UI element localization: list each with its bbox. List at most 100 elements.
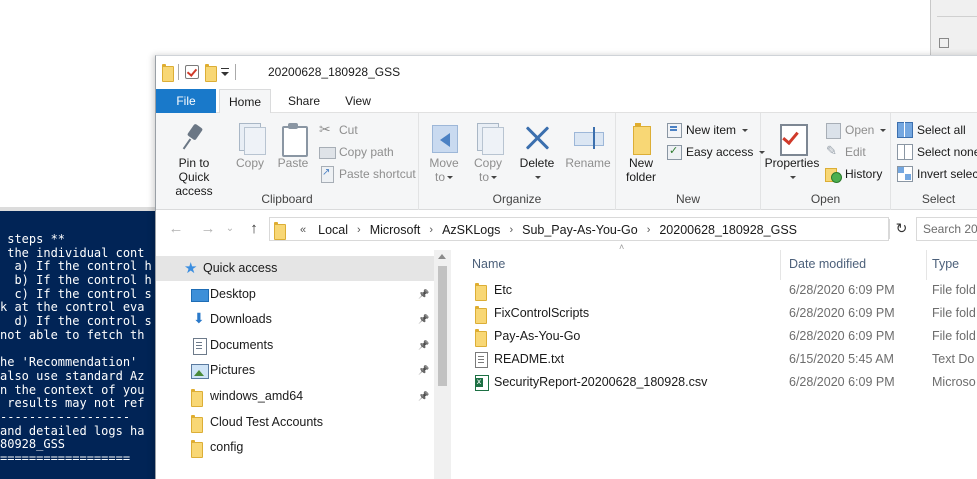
nav-item[interactable]: Pictures 📌 bbox=[156, 358, 434, 383]
nav-item[interactable]: Downloads 📌 bbox=[156, 307, 434, 332]
search-input[interactable]: Search 20 bbox=[916, 217, 977, 241]
nav-item-label: Downloads bbox=[210, 312, 272, 327]
nav-item-label: Quick access bbox=[203, 261, 278, 275]
pin-icon bbox=[180, 123, 208, 153]
folder-icon bbox=[475, 283, 487, 301]
edit-button[interactable]: Edit bbox=[825, 141, 866, 163]
nav-item[interactable]: config bbox=[156, 435, 434, 460]
chevron-down-icon bbox=[491, 176, 497, 180]
rename-button[interactable]: Rename bbox=[563, 123, 613, 170]
breadcrumb: « Local › Microsoft › AzSKLogs › Sub_Pay… bbox=[274, 222, 797, 240]
customize-toolbar-dropdown-icon[interactable] bbox=[221, 68, 229, 76]
cut-button[interactable]: Cut bbox=[319, 119, 358, 141]
copy-to-icon bbox=[474, 123, 504, 155]
column-divider[interactable] bbox=[926, 250, 927, 280]
file-row[interactable]: FixControlScripts 6/28/2020 6:09 PM File f… bbox=[454, 302, 977, 325]
invert-selection-button[interactable]: Invert select bbox=[897, 163, 977, 185]
nav-item[interactable]: windows_amd64 📌 bbox=[156, 384, 434, 409]
overflow-chevron-icon[interactable]: « bbox=[300, 224, 306, 236]
new-folder-icon[interactable] bbox=[205, 64, 217, 82]
back-arrow-icon[interactable]: ← bbox=[166, 219, 186, 239]
pin-icon[interactable]: 📌 bbox=[418, 340, 429, 351]
file-row[interactable]: Pay-As-You-Go 6/28/2020 6:09 PM File fold bbox=[454, 325, 977, 348]
forward-arrow-icon[interactable]: → bbox=[198, 219, 218, 239]
star-icon bbox=[184, 259, 200, 277]
open-label: Open bbox=[845, 123, 875, 137]
delete-label: Delete bbox=[519, 156, 555, 170]
copy-button[interactable]: Copy bbox=[230, 123, 270, 170]
nav-item[interactable]: Documents 📌 bbox=[156, 333, 434, 358]
paste-button[interactable]: Paste bbox=[273, 123, 313, 170]
tab-file[interactable]: File bbox=[156, 89, 216, 113]
breadcrumb-item[interactable]: Local bbox=[318, 223, 348, 237]
pin-icon[interactable]: 📌 bbox=[418, 391, 429, 402]
file-type: File fold bbox=[932, 329, 976, 343]
tab-share[interactable]: Share bbox=[284, 89, 324, 113]
console-output: steps ** the individual cont a) If the c… bbox=[0, 232, 155, 466]
open-group: Properties Open Edit History Open bbox=[761, 113, 891, 210]
nav-item[interactable]: Cloud Test Accounts bbox=[156, 410, 434, 435]
breadcrumb-chevron-icon[interactable]: › bbox=[429, 224, 433, 236]
pin-to-quick-access-button[interactable]: Pin to Quick access bbox=[162, 123, 226, 198]
breadcrumb-item[interactable]: 20200628_180928_GSS bbox=[659, 223, 797, 237]
properties-icon bbox=[778, 123, 808, 156]
breadcrumb-item[interactable]: AzSKLogs bbox=[442, 223, 500, 237]
column-divider[interactable] bbox=[780, 250, 781, 280]
tab-home[interactable]: Home bbox=[219, 89, 271, 114]
pin-icon[interactable]: 📌 bbox=[418, 289, 429, 300]
breadcrumb-chevron-icon[interactable]: › bbox=[357, 224, 361, 236]
history-button[interactable]: History bbox=[825, 163, 882, 185]
open-button[interactable]: Open bbox=[825, 119, 887, 141]
history-icon bbox=[825, 166, 842, 183]
nav-item-label: Documents bbox=[210, 337, 274, 352]
nav-item[interactable]: Quick access bbox=[156, 256, 434, 281]
address-bar[interactable]: « Local › Microsoft › AzSKLogs › Sub_Pay… bbox=[269, 217, 889, 241]
console-line: 80928_GSS bbox=[0, 437, 66, 452]
refresh-icon[interactable]: ↻ bbox=[889, 219, 913, 239]
file-row[interactable]: README.txt 6/15/2020 5:45 AM Text Do bbox=[454, 348, 977, 371]
move-to-button[interactable]: Move to bbox=[425, 123, 463, 184]
paste-shortcut-button[interactable]: Paste shortcut bbox=[319, 163, 416, 185]
breadcrumb-chevron-icon[interactable]: › bbox=[647, 224, 651, 236]
pin-icon[interactable]: 📌 bbox=[418, 314, 429, 325]
powershell-console[interactable]: steps ** the individual cont a) If the c… bbox=[0, 207, 155, 479]
select-all-button[interactable]: Select all bbox=[897, 119, 966, 141]
nav-item[interactable]: Desktop 📌 bbox=[156, 282, 434, 307]
column-header-date-modified[interactable]: Date modified bbox=[789, 250, 866, 278]
easy-access-button[interactable]: Easy access bbox=[666, 141, 766, 163]
toolbar-divider bbox=[178, 64, 179, 80]
column-header-name[interactable]: Name bbox=[472, 250, 505, 278]
recent-locations-chevron-icon[interactable]: ⌄ bbox=[220, 219, 240, 239]
rename-label: Rename bbox=[565, 156, 611, 170]
nav-scrollbar[interactable] bbox=[434, 250, 451, 479]
up-arrow-icon[interactable]: ↑ bbox=[244, 219, 264, 239]
file-row[interactable]: SecurityReport-20200628_180928.csv 6/28/2… bbox=[454, 371, 977, 394]
breadcrumb-item[interactable]: Sub_Pay-As-You-Go bbox=[522, 223, 638, 237]
window-title: 20200628_180928_GSS bbox=[268, 65, 401, 79]
copy-label: Copy bbox=[235, 156, 264, 170]
ribbon-tabs: File Home Share View bbox=[156, 89, 977, 114]
file-date-modified: 6/28/2020 6:09 PM bbox=[789, 283, 895, 297]
new-item-button[interactable]: New item bbox=[666, 119, 749, 141]
copy-path-button[interactable]: Copy path bbox=[319, 141, 394, 163]
breadcrumb-item[interactable]: Microsoft bbox=[370, 223, 421, 237]
select-none-button[interactable]: Select none bbox=[897, 141, 977, 163]
properties-icon[interactable] bbox=[185, 65, 199, 79]
rename-icon bbox=[574, 123, 604, 153]
chevron-down-icon bbox=[535, 176, 541, 180]
scroll-thumb[interactable] bbox=[438, 266, 447, 386]
pin-icon[interactable]: 📌 bbox=[418, 365, 429, 376]
delete-button[interactable]: Delete bbox=[515, 123, 559, 184]
ribbon: Pin to Quick access Copy Paste Cut Copy … bbox=[156, 113, 977, 210]
breadcrumb-chevron-icon[interactable]: › bbox=[509, 224, 513, 236]
copy-to-button[interactable]: Copy to bbox=[469, 123, 507, 184]
console-line: c) If the control s bbox=[0, 286, 152, 301]
new-folder-button[interactable]: New folder bbox=[620, 123, 662, 184]
tab-view[interactable]: View bbox=[340, 89, 376, 113]
scroll-up-icon[interactable] bbox=[438, 254, 446, 259]
properties-button[interactable]: Properties bbox=[763, 123, 821, 184]
column-header-type[interactable]: Type bbox=[932, 250, 959, 278]
history-label: History bbox=[845, 167, 883, 181]
file-row[interactable]: Etc 6/28/2020 6:09 PM File fold bbox=[454, 279, 977, 302]
